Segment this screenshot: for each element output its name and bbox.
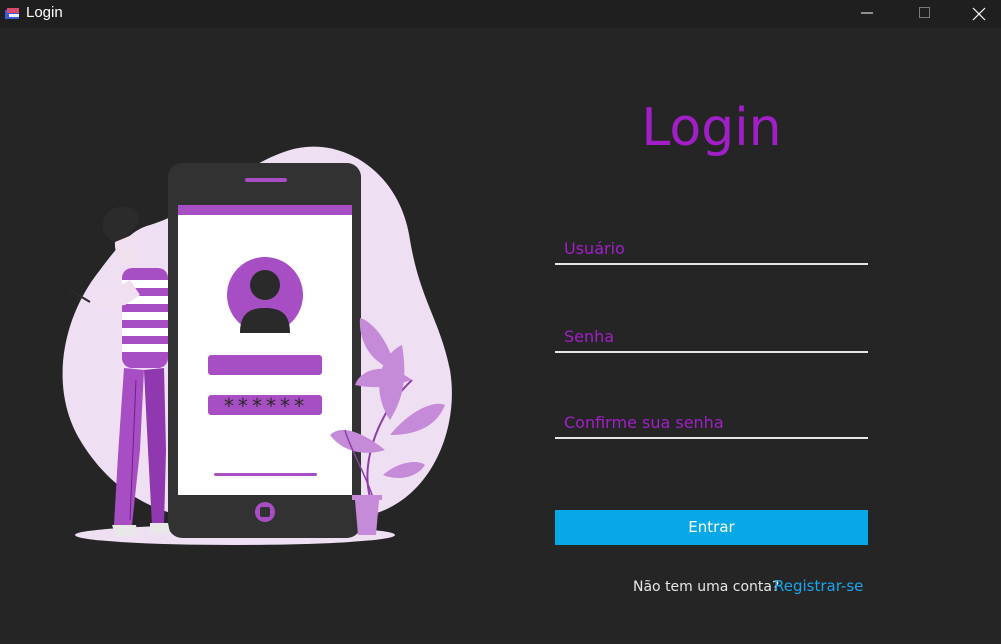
username-field[interactable]: Usuário [555,237,868,265]
close-icon [972,7,986,21]
minimize-icon [861,12,873,14]
confirm-password-placeholder: Confirme sua senha [564,413,724,432]
app-logo-icon [4,6,22,20]
enter-button[interactable]: Entrar [555,510,868,545]
register-link[interactable]: Registrar-se [774,577,863,595]
no-account-text: Não tem uma conta? [633,579,780,595]
minimize-button[interactable] [838,0,896,28]
phone-status-bar [178,205,352,215]
screen-username-bar [208,355,322,375]
username-placeholder: Usuário [564,239,625,258]
title-bar: Login [0,0,1001,28]
login-illustration: ****** [40,130,480,560]
password-field[interactable]: Senha [555,325,868,353]
screen-bottom-line [214,473,317,476]
screen-password-mask: ****** [223,394,307,418]
phone-speaker [245,178,287,182]
maximize-icon [919,7,930,18]
window-title: Login [26,4,63,21]
close-button[interactable] [950,0,1001,28]
password-placeholder: Senha [564,327,615,346]
login-heading: Login [641,98,782,158]
maximize-button[interactable] [896,0,954,28]
confirm-password-field[interactable]: Confirme sua senha [555,411,868,439]
phone-screen [178,205,352,495]
